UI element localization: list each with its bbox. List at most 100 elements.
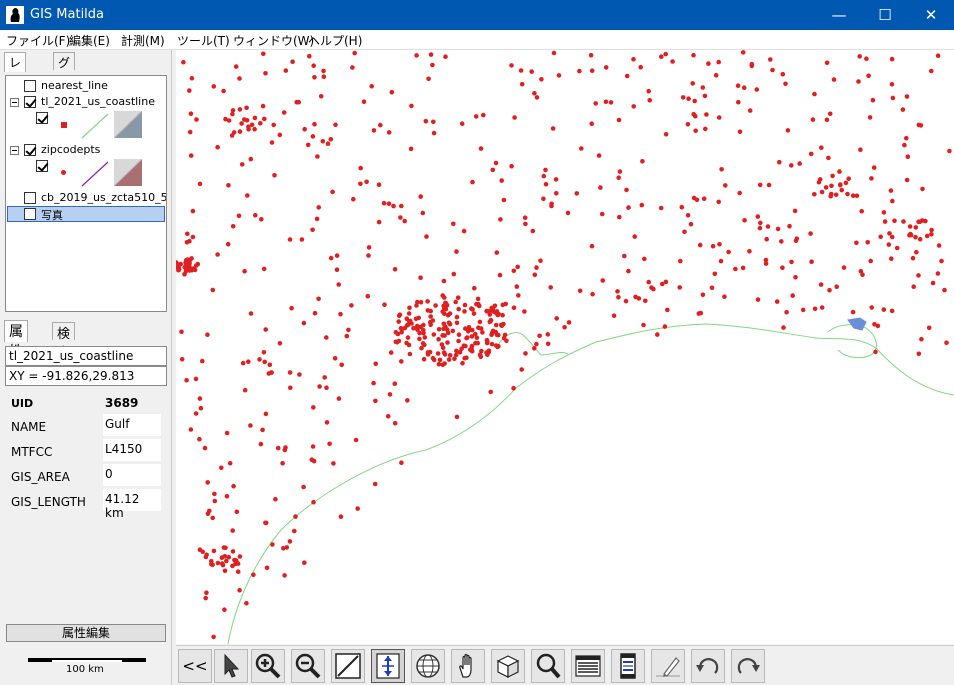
menu-edit[interactable]: 編集(E) [69, 32, 110, 49]
layer-panel-button[interactable] [611, 649, 645, 683]
zipcode-point [742, 218, 747, 223]
layer-visibility-checkbox[interactable] [24, 80, 36, 92]
zipcode-point [230, 111, 235, 117]
select-tool-button[interactable] [214, 649, 248, 683]
zipcode-point [328, 137, 334, 142]
layer-item-nearest-line[interactable]: nearest_line [6, 78, 166, 94]
hand-pan-button[interactable] [451, 649, 485, 683]
attr-key-mtfcc: MTFCC [11, 445, 53, 459]
zipcode-point [421, 330, 426, 336]
zipcode-point [277, 341, 283, 346]
tab-search[interactable]: 検索 [52, 322, 76, 361]
layer-visibility-checkbox[interactable] [24, 96, 36, 108]
zipcode-point [333, 122, 338, 128]
zoom-out-button[interactable] [291, 649, 325, 683]
layer-item-zcta[interactable]: cb_2019_us_zcta510_500 [6, 190, 166, 206]
point-style-icon[interactable] [61, 122, 67, 128]
layer-visibility-checkbox[interactable] [24, 208, 36, 220]
zipcode-point [236, 213, 242, 219]
zipcode-point [324, 385, 329, 391]
menu-tools[interactable]: ツール(T) [177, 32, 230, 49]
layer-visibility-checkbox[interactable] [24, 192, 36, 204]
3d-view-button[interactable] [491, 649, 525, 683]
zipcode-point [318, 94, 324, 99]
table-view-button[interactable] [571, 649, 605, 683]
vertical-pan-button[interactable] [371, 649, 405, 683]
menu-help[interactable]: ヘルプ(H) [308, 32, 362, 49]
search-button[interactable] [531, 649, 565, 683]
zipcode-point [488, 389, 494, 395]
zipcode-point [677, 285, 682, 290]
zipcode-point [310, 227, 315, 233]
collapse-icon[interactable] [10, 98, 19, 107]
zipcode-point [258, 121, 263, 126]
line-style-icon[interactable] [80, 160, 110, 188]
style-visibility-checkbox[interactable] [36, 112, 48, 124]
maximize-button[interactable]: ☐ [862, 0, 908, 30]
zipcode-point [486, 349, 492, 355]
zipcode-point [378, 122, 383, 128]
edit-attributes-button[interactable]: 属性編集 [6, 624, 166, 642]
zipcode-point [541, 196, 546, 202]
measure-button[interactable] [331, 649, 365, 683]
layer-item-photo[interactable]: 写真 [7, 206, 165, 222]
menu-file[interactable]: ファイル(F) [6, 32, 70, 49]
zipcode-point [565, 210, 571, 216]
zipcode-point [632, 234, 637, 239]
zipcode-point [288, 385, 293, 391]
zipcode-point [420, 210, 426, 216]
zipcode-point [299, 237, 305, 242]
zipcode-point [334, 253, 340, 258]
zipcode-point [188, 427, 194, 432]
attr-value-mtfcc[interactable]: L4150 [103, 439, 161, 461]
map-canvas[interactable] [176, 50, 954, 644]
zipcode-point [287, 539, 293, 544]
zipcode-point [882, 219, 888, 224]
zipcode-point [682, 229, 687, 235]
edit-draw-button[interactable] [651, 649, 685, 683]
layer-visibility-checkbox[interactable] [24, 144, 36, 156]
layer-item-coastline[interactable]: tl_2021_us_coastline [6, 94, 166, 110]
zipcode-point [665, 307, 670, 313]
attr-value-gis-length[interactable]: 41.12 km [103, 489, 161, 520]
line-style-icon[interactable] [80, 112, 110, 140]
zipcode-point [737, 129, 743, 135]
undo-button[interactable] [691, 649, 725, 683]
layer-item-zipcodepts[interactable]: zipcodepts [6, 142, 166, 158]
menu-measure[interactable]: 計測(M) [121, 32, 165, 49]
zoom-in-button[interactable] [251, 649, 285, 683]
zipcode-point [440, 333, 446, 338]
tab-attributes[interactable]: 属性 [4, 320, 28, 360]
polygon-style-icon[interactable] [114, 159, 144, 187]
zipcode-point [287, 237, 293, 242]
close-button[interactable]: ✕ [908, 0, 954, 30]
tab-layers[interactable]: レイヤー [4, 52, 27, 121]
tab-groups[interactable]: グループ [53, 52, 76, 121]
collapse-panel-button[interactable]: << [178, 649, 212, 683]
zipcode-point [195, 261, 201, 267]
globe-button[interactable] [411, 649, 445, 683]
attr-value-name[interactable]: Gulf [103, 414, 161, 436]
zipcode-point [541, 173, 547, 179]
zipcode-point [210, 287, 216, 293]
layer-style-zipcodepts [6, 158, 166, 188]
zipcode-point [917, 237, 923, 242]
zipcode-point [190, 234, 196, 240]
style-visibility-checkbox[interactable] [36, 160, 48, 172]
zipcode-point [187, 238, 192, 244]
app-logo-icon [6, 6, 24, 24]
zipcode-point [496, 343, 501, 349]
map-svg[interactable] [176, 50, 954, 644]
polygon-style-icon[interactable] [114, 111, 144, 139]
attr-value-gis-area[interactable]: 0 [103, 464, 161, 486]
collapse-icon[interactable] [10, 146, 19, 155]
zipcode-point [819, 189, 825, 195]
zipcode-point [530, 228, 536, 234]
redo-button[interactable] [731, 649, 765, 683]
zipcode-point [845, 191, 850, 197]
zipcode-point [418, 300, 424, 305]
zipcode-point [757, 182, 763, 188]
menu-window[interactable]: ウィンドウ(W) [233, 32, 314, 49]
point-style-icon[interactable] [61, 170, 66, 175]
minimize-button[interactable]: — [816, 0, 862, 30]
